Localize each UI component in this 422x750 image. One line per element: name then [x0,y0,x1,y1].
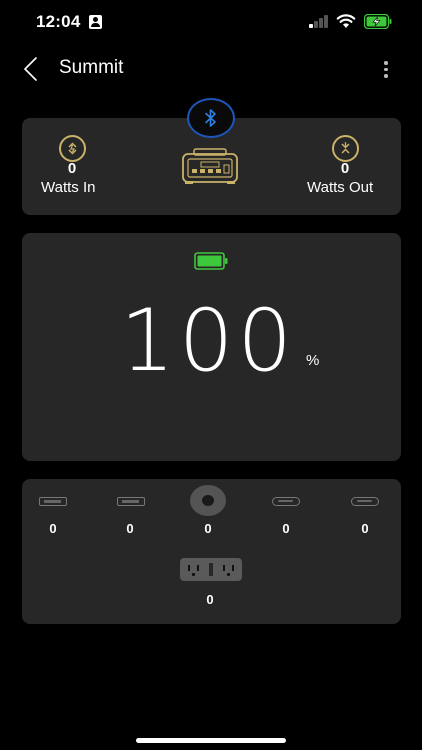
status-time: 12:04 [36,12,81,31]
charging-battery-icon [364,14,392,29]
status-bar: 12:04 [0,0,422,46]
chevron-left-icon [24,57,37,81]
contact-card-icon [89,15,102,29]
bluetooth-button[interactable] [187,98,235,138]
arrow-in-icon [59,135,86,162]
usb-c-port-icon [351,497,379,506]
watts-in-value: 0 [67,160,77,177]
more-options-button[interactable] [378,58,394,80]
watts-out-value: 0 [340,160,350,177]
ac-outlet-value: 0 [206,592,214,607]
usb-a-port-icon [117,497,145,506]
watts-in-label: Watts In [41,179,96,196]
page-title: Summit [59,57,124,78]
bluetooth-icon [205,109,216,127]
usb-c-port-icon [272,497,300,506]
wifi-icon [336,14,356,28]
back-button[interactable] [18,55,46,83]
usb-a-2-value: 0 [126,521,134,536]
arrow-out-icon [332,135,359,162]
wireless-charging-icon [190,485,226,516]
wireless-value: 0 [204,521,212,536]
screen: 12:04 Summit 0 Watts In 0 Watts Out 100 … [0,0,422,750]
power-station-icon [182,148,238,184]
usb-a-1-value: 0 [49,521,57,536]
battery-percent-unit: % [306,352,320,369]
cellular-signal-icon [309,14,329,28]
home-indicator[interactable] [136,738,286,743]
usb-c-1-value: 0 [282,521,290,536]
usb-a-port-icon [39,497,67,506]
watts-out-label: Watts Out [307,179,374,196]
battery-percent-value: 100 [120,291,297,391]
usb-c-2-value: 0 [361,521,369,536]
battery-icon [194,252,228,270]
ac-outlet-icon [180,558,242,581]
